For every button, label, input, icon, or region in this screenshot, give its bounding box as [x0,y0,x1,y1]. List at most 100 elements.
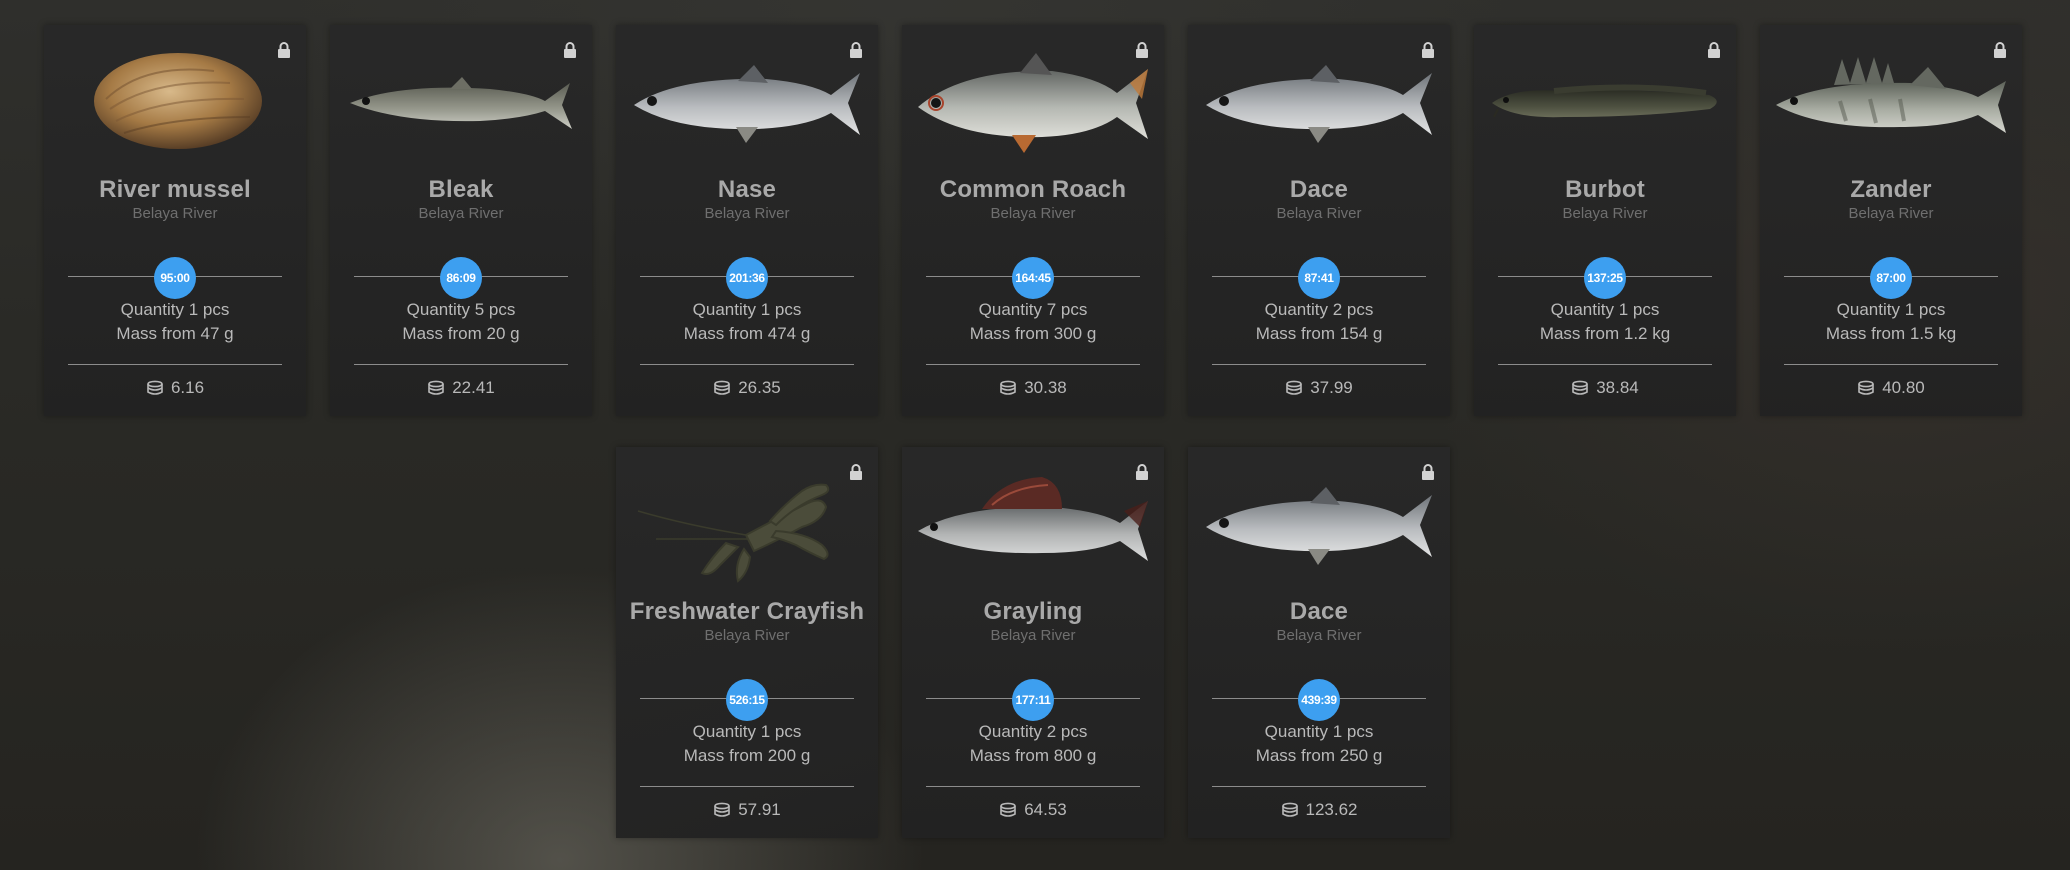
fish-location: Belaya River [1562,205,1648,222]
divider [1212,786,1426,787]
divider [640,786,854,787]
timer-badge: 87:00 [1870,257,1912,299]
fish-card[interactable]: Bleak Belaya River 86:09 Quantity 5 pcs … [330,25,592,416]
timer-badge: 526:15 [726,679,768,721]
divider [1212,364,1426,365]
divider [926,364,1140,365]
price-value: 6.16 [170,378,205,397]
price-row: 64.53 [902,800,1164,820]
price-value: 123.62 [1305,800,1358,819]
coin-stack-icon [427,380,445,396]
fish-card[interactable]: Dace Belaya River 87:41 Quantity 2 pcs M… [1188,25,1450,416]
quantity-text: Quantity 1 pcs [1264,722,1374,741]
fish-name: Dace [1289,598,1349,625]
timer-badge: 177:11 [1012,679,1054,721]
fish-location: Belaya River [1276,205,1362,222]
price-row: 26.35 [616,378,878,398]
mass-text: Mass from 20 g [402,324,520,343]
quantity-text: Quantity 5 pcs [406,300,516,319]
fish-card[interactable]: Burbot Belaya River 137:25 Quantity 1 pc… [1474,25,1736,416]
price-value: 64.53 [1024,800,1067,819]
fish-location: Belaya River [704,627,790,644]
fish-name: Common Roach [939,176,1127,203]
quantity-text: Quantity 2 pcs [1264,300,1374,319]
fish-zander-image [1770,43,2012,161]
fish-roach-image [912,43,1154,161]
fish-card[interactable]: Dace Belaya River 439:39 Quantity 1 pcs … [1188,447,1450,838]
timer-badge: 137:25 [1584,257,1626,299]
divider [68,364,282,365]
price-value: 37.99 [1310,378,1353,397]
fish-card[interactable]: Nase Belaya River 201:36 Quantity 1 pcs … [616,25,878,416]
price-row: 22.41 [330,378,592,398]
coin-stack-icon [1857,380,1875,396]
timer-badge: 201:36 [726,257,768,299]
fish-silver-image [1198,465,1440,583]
mussel-image [54,43,296,161]
timer-badge: 86:09 [440,257,482,299]
fish-silver-image [626,43,868,161]
fish-name: Nase [717,176,777,203]
coin-stack-icon [713,380,731,396]
fish-card[interactable]: Common Roach Belaya River 164:45 Quantit… [902,25,1164,416]
mass-text: Mass from 250 g [1255,746,1383,765]
fish-slim-image [340,43,582,161]
mass-text: Mass from 300 g [969,324,1097,343]
divider [1498,364,1712,365]
fish-location: Belaya River [990,627,1076,644]
price-row: 30.38 [902,378,1164,398]
mass-text: Mass from 800 g [969,746,1097,765]
divider [640,364,854,365]
coin-stack-icon [1285,380,1303,396]
coin-stack-icon [1571,380,1589,396]
price-value: 30.38 [1024,378,1067,397]
coin-stack-icon [713,802,731,818]
fish-location: Belaya River [1276,627,1362,644]
timer-badge: 95:00 [154,257,196,299]
fish-name: Freshwater Crayfish [629,598,865,625]
fish-name: Bleak [428,176,494,203]
fish-name: Dace [1289,176,1349,203]
quantity-text: Quantity 1 pcs [692,300,802,319]
price-row: 123.62 [1188,800,1450,820]
timer-badge: 87:41 [1298,257,1340,299]
fish-location: Belaya River [990,205,1076,222]
timer-badge: 164:45 [1012,257,1054,299]
coin-stack-icon [146,380,164,396]
fish-location: Belaya River [704,205,790,222]
mass-text: Mass from 1.2 kg [1539,324,1671,343]
price-row: 40.80 [1760,378,2022,398]
fish-name: Burbot [1565,176,1645,203]
fish-location: Belaya River [1848,205,1934,222]
fish-name: Grayling [983,598,1083,625]
fish-grayling-image [912,465,1154,583]
fish-card[interactable]: Freshwater Crayfish Belaya River 526:15 … [616,447,878,838]
fish-card[interactable]: Zander Belaya River 87:00 Quantity 1 pcs… [1760,25,2022,416]
divider [926,786,1140,787]
divider [354,364,568,365]
mass-text: Mass from 474 g [683,324,811,343]
quantity-text: Quantity 1 pcs [120,300,230,319]
price-row: 57.91 [616,800,878,820]
price-value: 57.91 [738,800,781,819]
fish-card[interactable]: Grayling Belaya River 177:11 Quantity 2 … [902,447,1164,838]
fish-name: Zander [1850,176,1932,203]
crayfish-image [626,465,868,583]
price-value: 38.84 [1596,378,1639,397]
fish-name: River mussel [99,176,251,203]
price-row: 37.99 [1188,378,1450,398]
price-value: 26.35 [738,378,781,397]
coin-stack-icon [999,380,1017,396]
price-value: 40.80 [1882,378,1925,397]
quantity-text: Quantity 1 pcs [692,722,802,741]
price-value: 22.41 [452,378,495,397]
timer-badge: 439:39 [1298,679,1340,721]
quantity-text: Quantity 1 pcs [1836,300,1946,319]
quantity-text: Quantity 1 pcs [1550,300,1660,319]
mass-text: Mass from 154 g [1255,324,1383,343]
price-row: 38.84 [1474,378,1736,398]
price-row: 6.16 [44,378,306,398]
fish-location: Belaya River [132,205,218,222]
mass-text: Mass from 200 g [683,746,811,765]
fish-card[interactable]: River mussel Belaya River 95:00 Quantity… [44,25,306,416]
